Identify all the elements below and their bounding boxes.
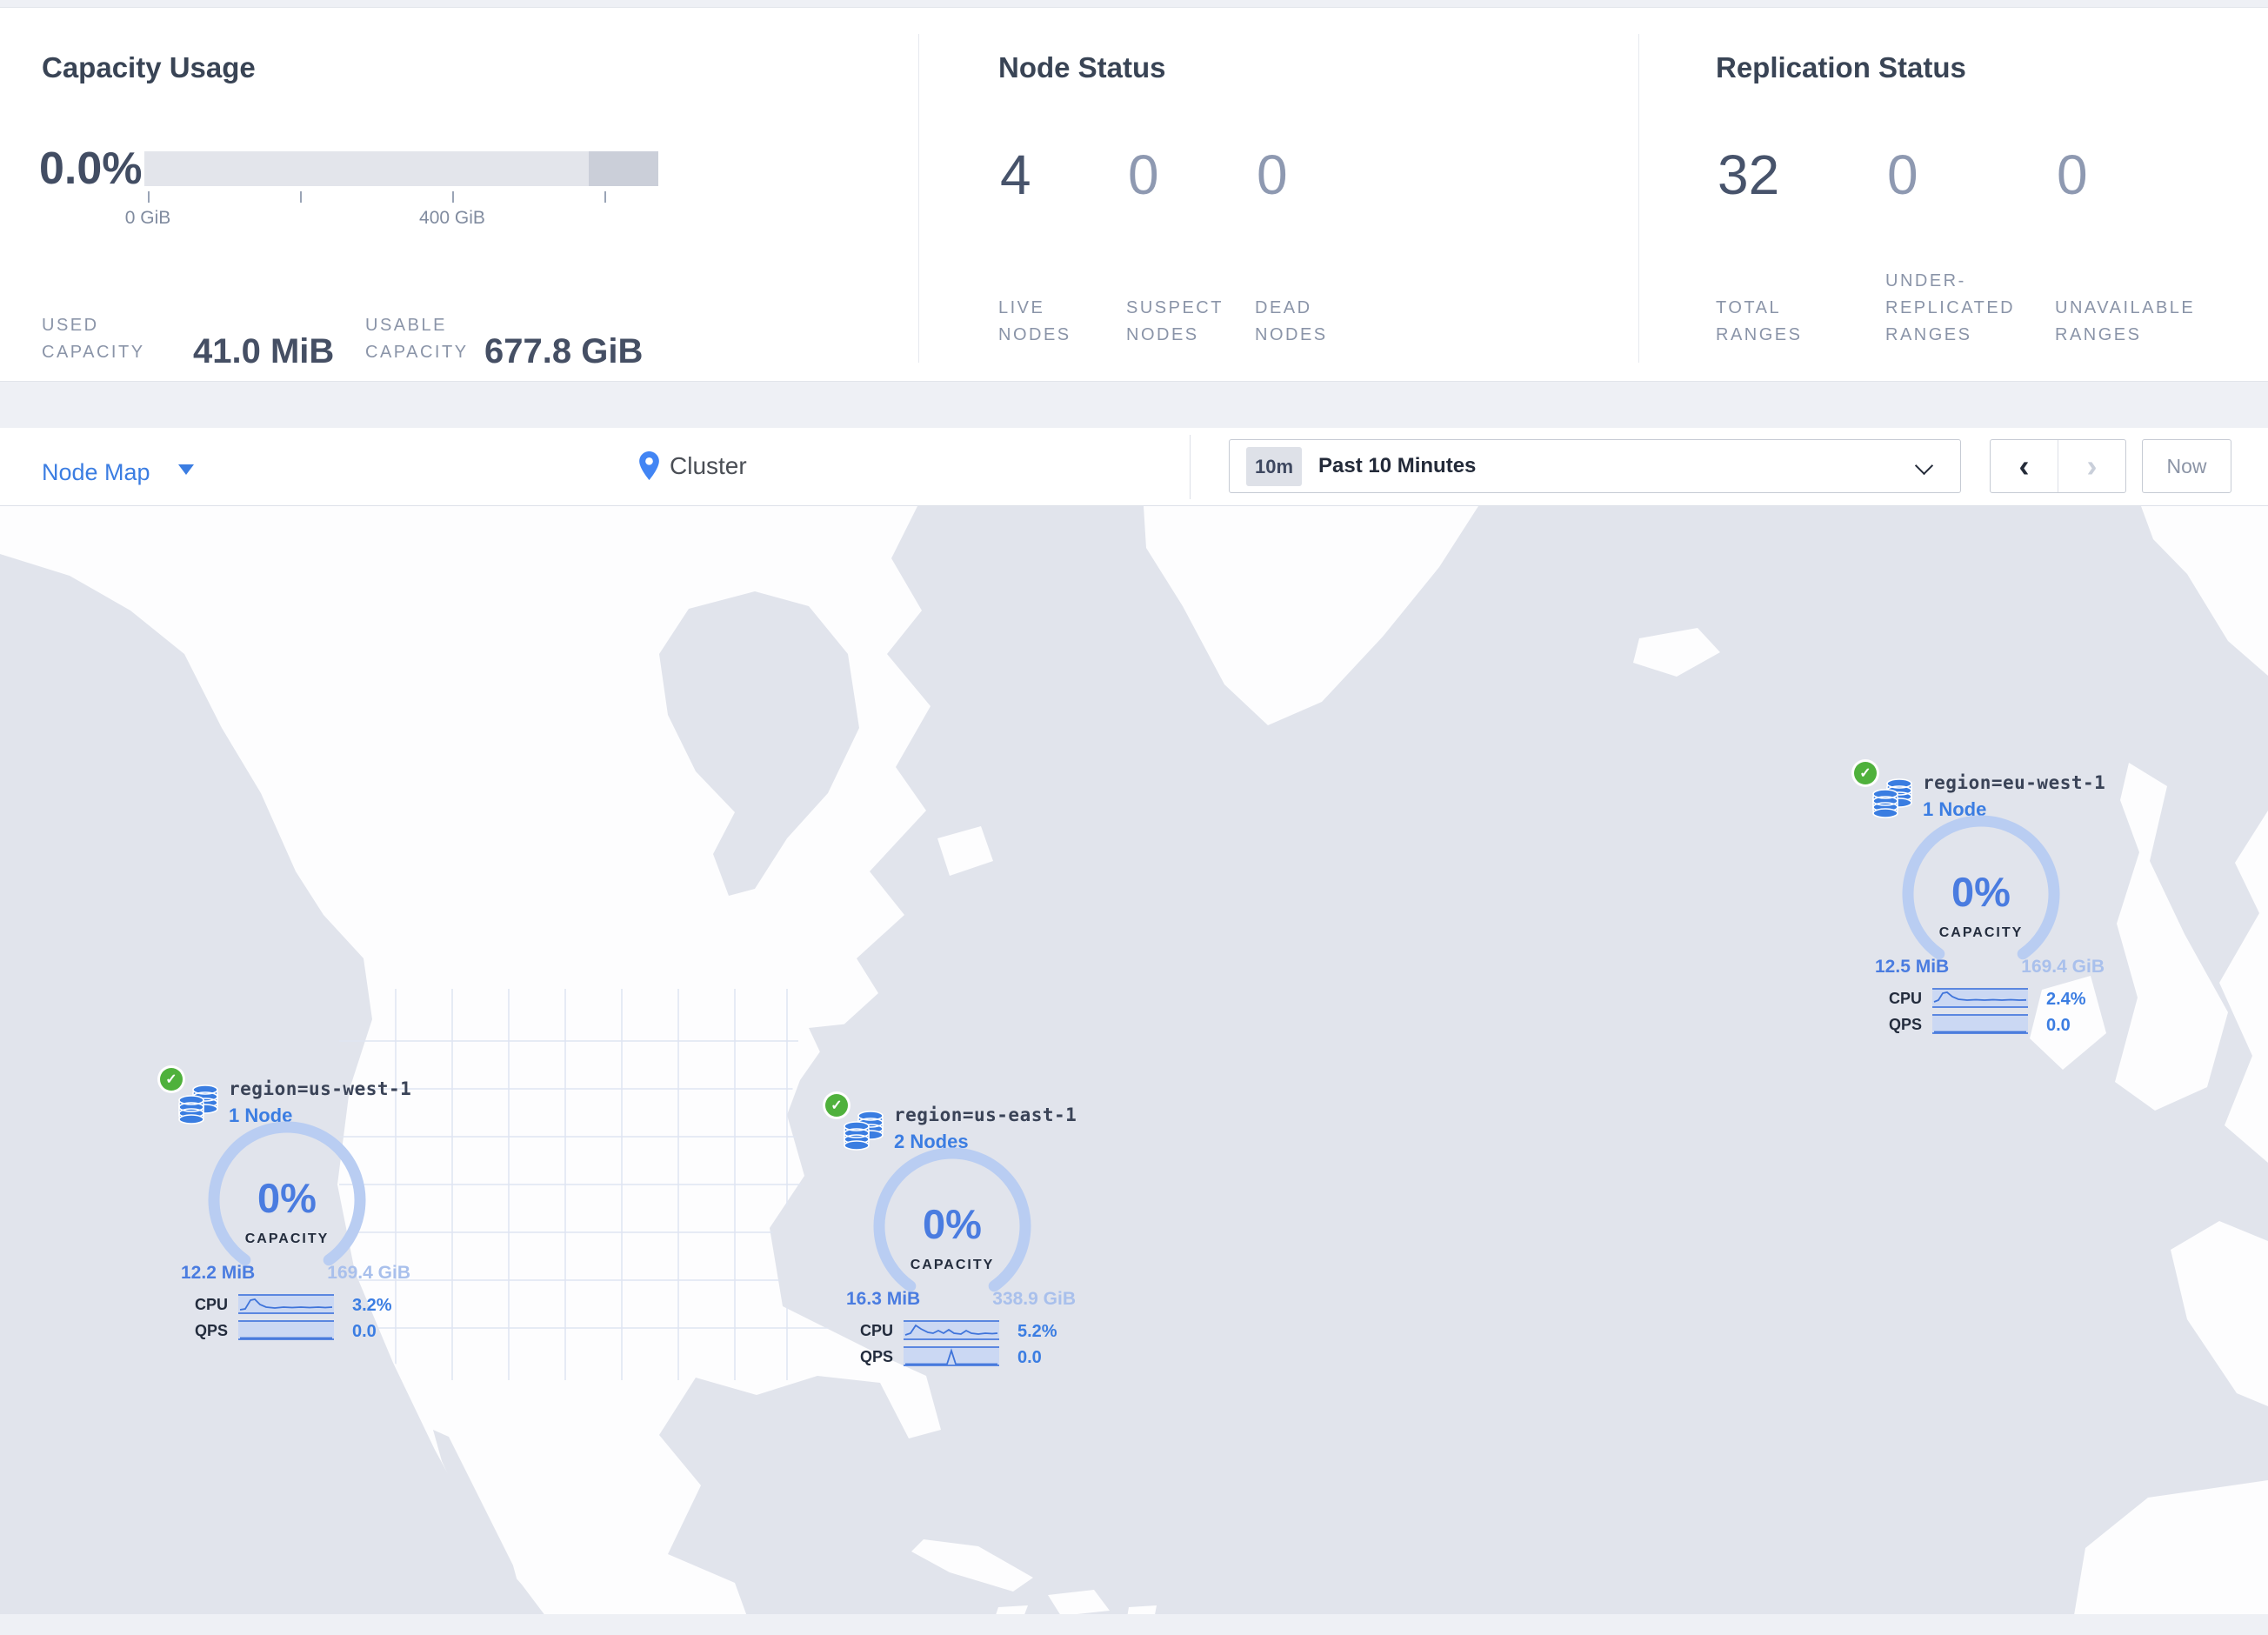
time-range-select[interactable]: 10m Past 10 Minutes xyxy=(1229,439,1961,493)
axis-tick xyxy=(300,191,302,203)
capacity-gauge-percent: 0% xyxy=(1951,869,2011,915)
qps-label: QPS xyxy=(859,1348,893,1365)
qps-value: 0.0 xyxy=(2046,1016,2071,1035)
cpu-value: 3.2% xyxy=(352,1296,392,1315)
map-bottom-strip xyxy=(0,1614,2268,1631)
dead-nodes-label: DEAD NODES xyxy=(1255,298,1328,344)
map-toolbar: Node Map Cluster 10m Past 10 Minutes ‹ ›… xyxy=(0,428,2268,506)
live-nodes-value: 4 xyxy=(1000,143,1031,206)
capacity-total-value: 338.9 GiB xyxy=(992,1289,1076,1309)
location-pin-icon xyxy=(639,451,659,480)
section-divider xyxy=(918,34,919,363)
capacity-gauge-label: CAPACITY xyxy=(1938,925,2024,940)
capacity-used-value: 12.5 MiB xyxy=(1875,957,1950,977)
capacity-gauge-percent: 0% xyxy=(923,1201,982,1247)
region-label: region=us-east-1 xyxy=(894,1104,1077,1125)
chevron-down-icon[interactable] xyxy=(178,464,194,475)
cpu-value: 2.4% xyxy=(2046,990,2086,1009)
section-divider xyxy=(1638,34,1639,363)
capacity-used-value: 12.2 MiB xyxy=(181,1263,256,1283)
prev-interval-button[interactable]: ‹ xyxy=(1991,440,2058,492)
capacity-used-value: 16.3 MiB xyxy=(846,1289,921,1309)
used-capacity-label: USED CAPACITY xyxy=(42,316,145,362)
qps-value: 0.0 xyxy=(1017,1348,1042,1367)
qps-label: QPS xyxy=(1888,1016,1922,1033)
view-selector[interactable]: Node Map xyxy=(42,459,150,486)
qps-sparkline xyxy=(238,1320,334,1340)
axis-tick xyxy=(604,191,606,203)
cpu-sparkline xyxy=(904,1320,999,1340)
breadcrumb-cluster[interactable]: Cluster xyxy=(670,452,747,480)
cluster-summary-bar: Capacity Usage 0.0% 0 GiB 400 GiB USED C… xyxy=(0,7,2268,382)
unavailable-ranges-value: 0 xyxy=(2057,143,2088,206)
axis-tick xyxy=(452,191,454,203)
region-marker-eu-west-1[interactable]: ✓ region=eu-west-1 1 Node 0% CAPACITY 12… xyxy=(1854,755,2124,1042)
cpu-label: CPU xyxy=(1888,990,1922,1007)
capacity-usage-percent: 0.0% xyxy=(39,143,143,194)
capacity-gauge-label: CAPACITY xyxy=(244,1231,330,1246)
axis-tick xyxy=(148,191,150,203)
under-replicated-ranges-label: UNDER- REPLICATED RANGES xyxy=(1885,271,2016,344)
chevron-down-icon xyxy=(1914,456,1934,476)
qps-sparkline xyxy=(904,1346,999,1366)
capacity-usage-bar xyxy=(144,151,658,186)
region-marker-us-west-1[interactable]: ✓ region=us-west-1 1 Node 0% CAPACITY 12… xyxy=(160,1061,430,1348)
cpu-value: 5.2% xyxy=(1017,1322,1057,1341)
live-nodes-label: LIVE NODES xyxy=(998,298,1071,344)
region-label: region=eu-west-1 xyxy=(1923,772,2106,793)
capacity-usage-title: Capacity Usage xyxy=(42,51,256,83)
under-replicated-ranges-value: 0 xyxy=(1887,143,1918,206)
replication-status-title: Replication Status xyxy=(1716,51,1966,83)
usable-capacity-value: 677.8 GiB xyxy=(484,332,644,370)
time-window-badge: 10m xyxy=(1246,447,1302,486)
suspect-nodes-label: SUSPECT NODES xyxy=(1126,298,1224,344)
node-status-title: Node Status xyxy=(998,51,1166,83)
region-label: region=us-west-1 xyxy=(229,1078,412,1099)
qps-value: 0.0 xyxy=(352,1322,377,1341)
now-button[interactable]: Now xyxy=(2142,439,2231,493)
axis-tick-label: 400 GiB xyxy=(419,208,485,228)
capacity-reserved-segment xyxy=(589,151,658,186)
used-capacity-value: 41.0 MiB xyxy=(193,332,335,370)
suspect-nodes-value: 0 xyxy=(1128,143,1159,206)
cpu-sparkline xyxy=(1932,988,2028,1008)
axis-tick-label: 0 GiB xyxy=(124,208,171,228)
cpu-label: CPU xyxy=(859,1322,893,1339)
cpu-sparkline xyxy=(238,1294,334,1314)
next-interval-button[interactable]: › xyxy=(2058,440,2125,492)
time-window-label: Past 10 Minutes xyxy=(1318,454,1477,477)
dead-nodes-value: 0 xyxy=(1257,143,1288,206)
capacity-total-value: 169.4 GiB xyxy=(2021,957,2105,977)
capacity-gauge-label: CAPACITY xyxy=(910,1258,995,1272)
time-step-group: ‹ › xyxy=(1990,439,2126,493)
total-ranges-value: 32 xyxy=(1718,143,1780,206)
usable-capacity-label: USABLE CAPACITY xyxy=(365,316,469,362)
region-marker-us-east-1[interactable]: ✓ region=us-east-1 2 Nodes 0% CAPACITY 1… xyxy=(825,1087,1095,1374)
capacity-total-value: 169.4 GiB xyxy=(327,1263,410,1283)
qps-label: QPS xyxy=(194,1322,228,1339)
unavailable-ranges-label: UNAVAILABLE RANGES xyxy=(2055,298,2196,344)
qps-sparkline xyxy=(1932,1014,2028,1034)
cpu-label: CPU xyxy=(194,1296,228,1313)
total-ranges-label: TOTAL RANGES xyxy=(1716,298,1803,344)
capacity-gauge-percent: 0% xyxy=(257,1175,317,1221)
toolbar-divider xyxy=(1190,435,1191,499)
